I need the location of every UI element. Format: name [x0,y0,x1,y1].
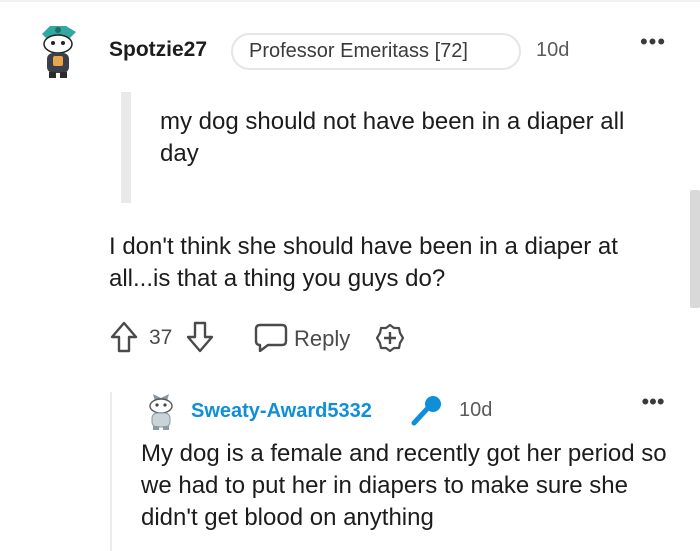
more-options-button[interactable]: ••• [636,31,670,60]
comment-actions: 37 Reply [109,318,529,358]
quote-bar [121,92,131,203]
award-plus-icon[interactable] [375,323,405,353]
reply-avatar-icon[interactable] [143,392,179,432]
comment-timestamp: 10d [536,39,570,61]
vote-count: 37 [149,326,173,349]
thread-line[interactable] [110,392,112,551]
reply-username[interactable]: Sweaty-Award5332 [191,400,372,423]
microphone-icon [411,396,441,426]
upvote-icon[interactable] [109,320,139,354]
reddit-comment-thread: Spotzie27 Professor Emeritass [72] 10d •… [0,0,700,551]
user-flair-badge: Professor Emeritass [72] [231,33,521,70]
comment-header: Spotzie27 Professor Emeritass [72] 10d •… [0,0,700,100]
user-avatar-icon[interactable] [36,22,80,80]
reply-button[interactable]: Reply [254,318,354,358]
downvote-icon[interactable] [185,320,215,354]
comment-username[interactable]: Spotzie27 [109,38,207,62]
reply-body: My dog is a female and recently got her … [141,440,667,531]
speech-bubble-icon [254,323,288,352]
scrollbar[interactable] [690,190,700,308]
comment-body: I don't think she should have been in a … [109,233,618,292]
quoted-text: my dog should not have been in a diaper … [160,108,625,167]
reply-label: Reply [294,326,351,351]
reply-more-options-button[interactable]: ••• [636,391,670,420]
reply-timestamp: 10d [459,399,493,421]
